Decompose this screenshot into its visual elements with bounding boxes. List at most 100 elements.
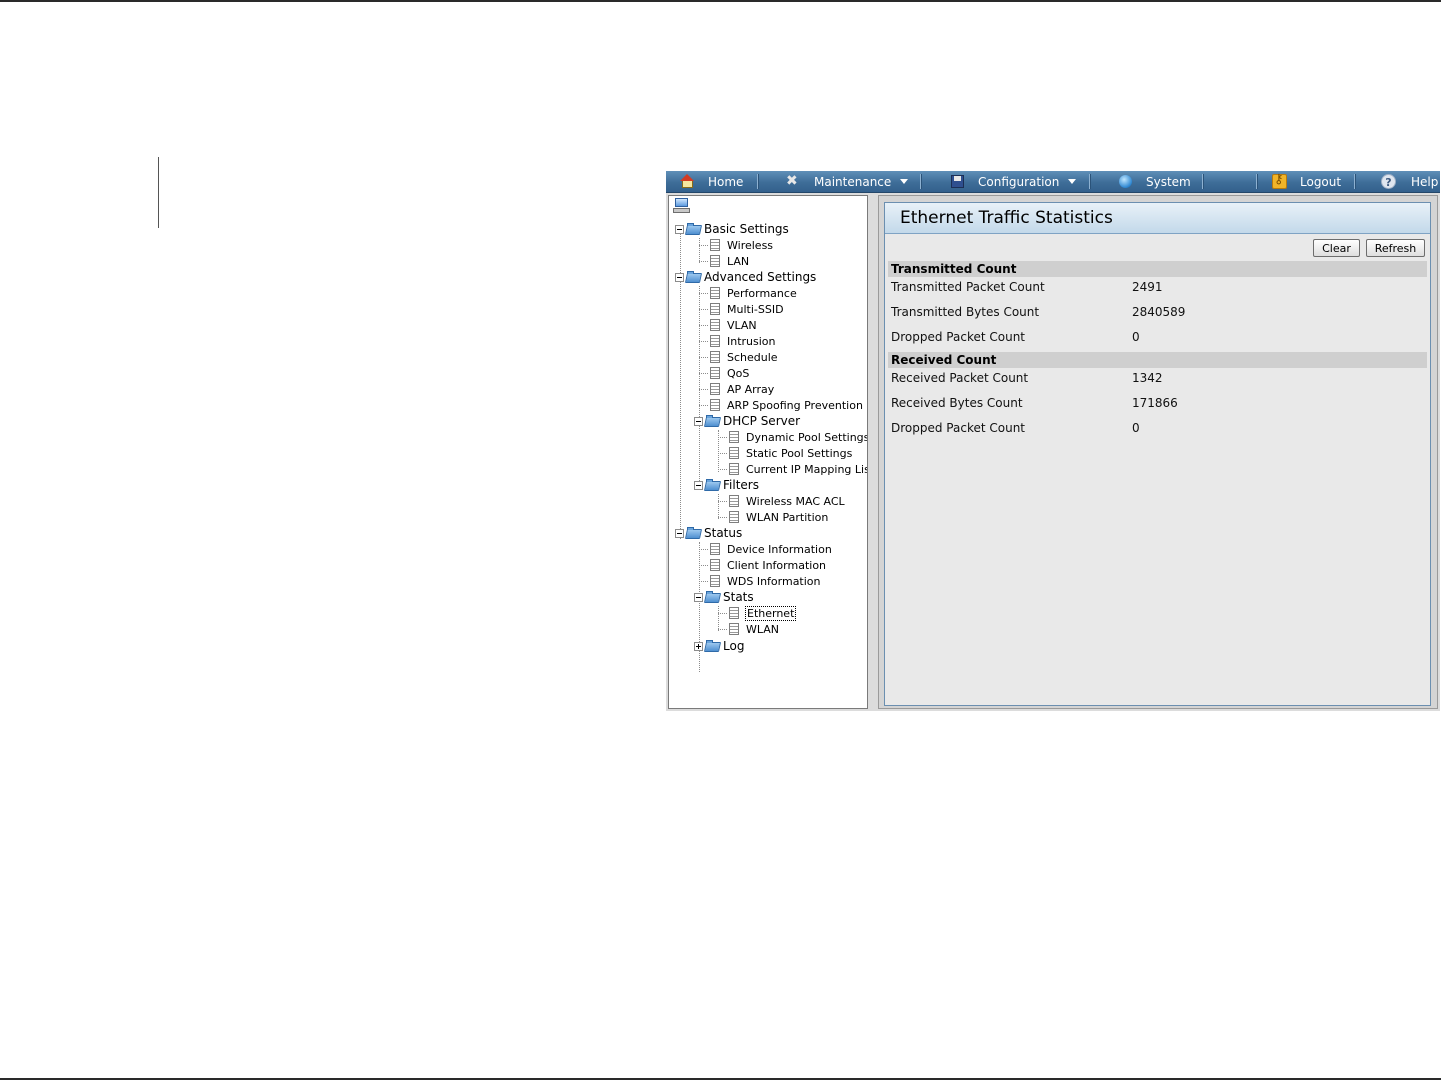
tree-item-wireless[interactable]: Wireless: [699, 237, 774, 253]
top-nav-bar: Home ✖ Maintenance Configuration System …: [666, 171, 1440, 193]
tree-item-arp-spoofing-prevention[interactable]: ARP Spoofing Prevention: [699, 397, 864, 413]
section-header-received: Received Count: [888, 352, 1427, 368]
nav-help[interactable]: Help: [1381, 171, 1438, 192]
document-icon: [710, 335, 720, 347]
tree-connector: [699, 549, 708, 550]
folder-icon: [705, 639, 721, 653]
tree-item-wireless-mac-acl[interactable]: Wireless MAC ACL: [718, 493, 846, 509]
nav-system[interactable]: System: [1118, 171, 1191, 192]
network-root-icon: [673, 198, 691, 214]
nav-maintenance[interactable]: ✖ Maintenance: [786, 171, 909, 192]
tree-connector: [699, 565, 708, 566]
tree-item-schedule[interactable]: Schedule: [699, 349, 779, 365]
nav-logout[interactable]: Logout: [1272, 171, 1341, 192]
tree-folder-dhcp-server[interactable]: DHCP Server: [694, 413, 801, 429]
stat-label: Transmitted Packet Count: [891, 280, 1045, 294]
stat-value: 0: [1132, 330, 1140, 344]
home-icon: [680, 174, 695, 189]
tree-item-lan[interactable]: LAN: [699, 253, 750, 269]
nav-home[interactable]: Home: [680, 171, 743, 192]
tree-item-qos[interactable]: QoS: [699, 365, 750, 381]
stat-value: 0: [1132, 421, 1140, 435]
document-icon: [729, 511, 739, 523]
tree-item-vlan[interactable]: VLAN: [699, 317, 758, 333]
tree-folder-filters[interactable]: Filters: [694, 477, 760, 493]
tree-item-client-information[interactable]: Client Information: [699, 557, 827, 573]
tree-label: Stats: [723, 590, 754, 604]
tree-label: AP Array: [727, 382, 775, 396]
clear-button[interactable]: Clear: [1313, 239, 1360, 257]
key-icon: [1272, 172, 1287, 189]
globe-icon: [1118, 174, 1133, 189]
refresh-button[interactable]: Refresh: [1366, 239, 1425, 257]
section-header-transmitted: Transmitted Count: [888, 261, 1427, 277]
folder-icon: [686, 270, 702, 284]
page-title: Ethernet Traffic Statistics: [885, 203, 1430, 234]
tree-folder-advanced-settings[interactable]: Advanced Settings: [675, 269, 817, 285]
stats-card: Ethernet Traffic Statistics Clear Refres…: [884, 202, 1431, 706]
tree-connector: [699, 341, 708, 342]
tree-label: Filters: [723, 478, 759, 492]
collapse-icon[interactable]: [694, 416, 703, 426]
document-icon: [710, 351, 720, 363]
document-icon: [710, 287, 720, 299]
document-icon: [710, 559, 720, 571]
tree-folder-stats[interactable]: Stats: [694, 589, 755, 605]
tree-folder-log[interactable]: Log: [694, 638, 745, 654]
document-icon: [710, 319, 720, 331]
tree-item-dynamic-pool-settings[interactable]: Dynamic Pool Settings: [718, 429, 867, 445]
document-icon: [710, 303, 720, 315]
nav-separator: [1202, 174, 1204, 189]
tree-label: Wireless MAC ACL: [746, 494, 845, 508]
nav-separator: [1354, 174, 1356, 189]
tree-item-static-pool-settings[interactable]: Static Pool Settings: [718, 445, 853, 461]
chevron-down-icon: [900, 179, 909, 184]
tree-item-device-information[interactable]: Device Information: [699, 541, 833, 557]
collapse-icon[interactable]: [694, 480, 703, 490]
tree-connector: [699, 261, 708, 262]
tree-label: DHCP Server: [723, 414, 801, 428]
expand-icon[interactable]: [694, 641, 703, 651]
tree-folder-status[interactable]: Status: [675, 525, 743, 541]
document-icon: [710, 255, 720, 267]
stat-value: 2491: [1132, 280, 1163, 294]
document-icon: [710, 383, 720, 395]
ap-web-ui: Home ✖ Maintenance Configuration System …: [666, 171, 1440, 711]
nav-separator: [1089, 174, 1091, 189]
tree-item-wds-information[interactable]: WDS Information: [699, 573, 822, 589]
folder-icon: [705, 414, 721, 428]
tree-item-current-ip-mapping-list[interactable]: Current IP Mapping List: [718, 461, 867, 477]
document-icon: [729, 495, 739, 507]
document-icon: [729, 623, 739, 635]
collapse-icon[interactable]: [694, 592, 703, 602]
stat-label: Dropped Packet Count: [891, 421, 1026, 435]
nav-separator: [1256, 174, 1258, 189]
tree-label: ARP Spoofing Prevention: [727, 398, 863, 412]
nav-configuration[interactable]: Configuration: [950, 171, 1077, 192]
tree-label: QoS: [727, 366, 750, 380]
tree-label: Schedule: [727, 350, 778, 364]
stat-label: Dropped Packet Count: [891, 330, 1026, 344]
collapse-icon[interactable]: [675, 224, 684, 234]
tree-item-wlan-partition[interactable]: WLAN Partition: [718, 509, 829, 525]
collapse-icon[interactable]: [675, 528, 684, 538]
tree-label: Client Information: [727, 558, 827, 572]
tree-item-wlan[interactable]: WLAN: [718, 621, 780, 637]
nav-separator: [920, 174, 922, 189]
margin-marker: [158, 157, 159, 228]
tree-folder-basic-settings[interactable]: Basic Settings: [675, 221, 790, 237]
nav-maintenance-label: Maintenance: [814, 174, 892, 189]
tree-item-intrusion[interactable]: Intrusion: [699, 333, 777, 349]
tree-item-multi-ssid[interactable]: Multi-SSID: [699, 301, 785, 317]
tree-label: Advanced Settings: [704, 270, 817, 284]
tree-item-performance[interactable]: Performance: [699, 285, 798, 301]
tree-item-ethernet[interactable]: Ethernet: [718, 605, 797, 621]
document-icon: [729, 431, 739, 443]
tree-label: Log: [723, 639, 745, 653]
tree-item-ap-array[interactable]: AP Array: [699, 381, 775, 397]
collapse-icon[interactable]: [675, 272, 684, 282]
nav-logout-label: Logout: [1300, 174, 1342, 189]
help-icon: [1381, 174, 1396, 189]
tree-label: WDS Information: [727, 574, 821, 588]
tree-connector: [699, 405, 708, 406]
